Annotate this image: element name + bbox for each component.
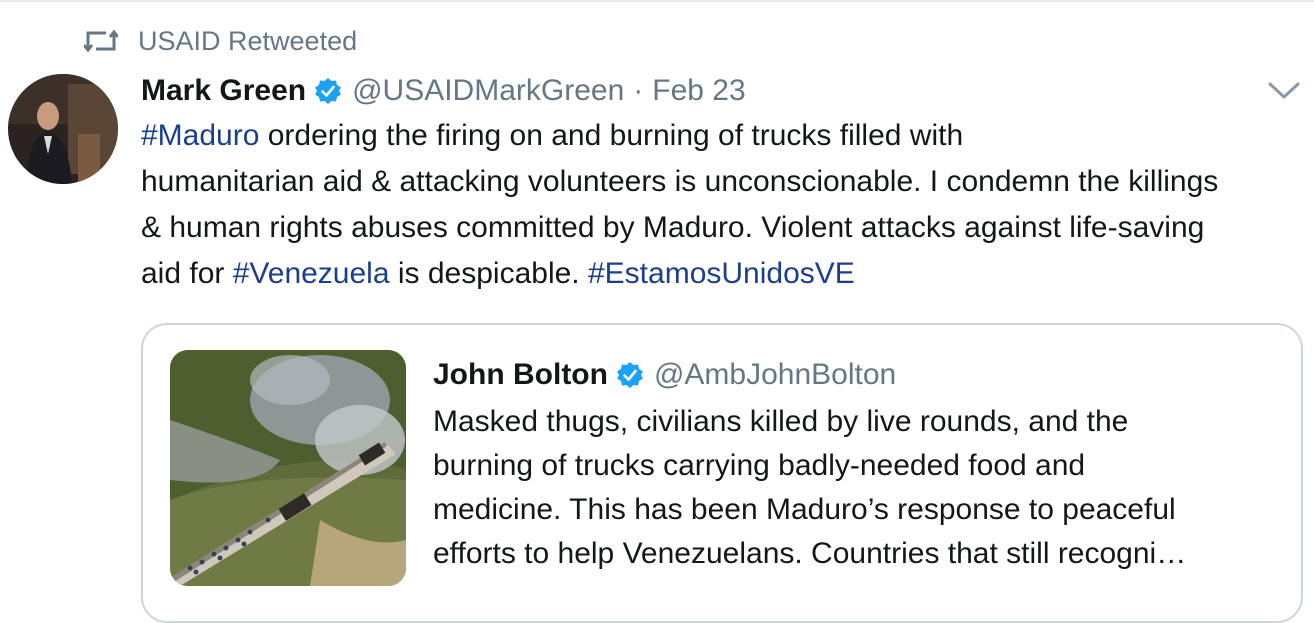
tweet-text-segment: ordering the firing on and burning of tr… <box>259 119 964 152</box>
verified-badge-icon <box>315 78 342 104</box>
separator-dot: · <box>633 74 644 107</box>
hashtag-link[interactable]: #Venezuela <box>233 257 390 290</box>
retweet-label[interactable]: USAID Retweeted <box>138 26 357 57</box>
retweet-context: USAID Retweeted <box>84 24 357 58</box>
quoted-text-line: burning of trucks carrying badly-needed … <box>433 449 1086 482</box>
quoted-tweet-text: Masked thugs, civilians killed by live r… <box>433 400 1293 576</box>
quoted-tweet-image[interactable] <box>170 350 406 586</box>
author-name[interactable]: Mark Green <box>141 74 306 108</box>
tweet-text: #Maduro ordering the firing on and burni… <box>141 113 1311 297</box>
retweet-icon <box>84 29 118 53</box>
verified-badge-icon <box>616 362 643 388</box>
tweet-text-line: humanitarian aid & attacking volunteers … <box>141 159 1311 205</box>
quoted-text-line: efforts to help Venezuelans. Countries t… <box>433 537 1187 570</box>
quoted-text-line: medicine. This has been Maduro’s respons… <box>433 493 1176 526</box>
tweet-text-segment: is despicable. <box>389 257 588 290</box>
quoted-author-name[interactable]: John Bolton <box>433 358 608 392</box>
quoted-text-line: Masked thugs, civilians killed by live r… <box>433 405 1129 438</box>
tweet-text-line: & human rights abuses committed by Madur… <box>141 205 1311 251</box>
chevron-down-icon[interactable] <box>1266 80 1302 102</box>
tweet-text-line: #Maduro ordering the firing on and burni… <box>141 113 1311 159</box>
tweet-text-segment: humanitarian aid & attacking volunteers … <box>141 165 1219 198</box>
top-divider <box>0 0 1314 2</box>
author-handle[interactable]: @USAIDMarkGreen <box>352 74 624 108</box>
tweet-date[interactable]: Feb 23 <box>652 74 745 108</box>
quoted-tweet-header: John Bolton @AmbJohnBolton <box>433 355 896 395</box>
hashtag-link[interactable]: #EstamosUnidosVE <box>588 257 855 290</box>
avatar[interactable] <box>8 74 118 184</box>
tweet-header: Mark Green @USAIDMarkGreen · Feb 23 <box>141 70 746 112</box>
tweet-text-segment: aid for <box>141 257 233 290</box>
quoted-author-handle[interactable]: @AmbJohnBolton <box>654 358 896 392</box>
avatar-photo <box>8 74 118 184</box>
hashtag-link[interactable]: #Maduro <box>141 119 259 152</box>
tweet-text-segment: & human rights abuses committed by Madur… <box>141 211 1205 244</box>
bridge-aerial-photo <box>170 350 406 586</box>
tweet-text-line: aid for #Venezuela is despicable. #Estam… <box>141 251 1311 297</box>
